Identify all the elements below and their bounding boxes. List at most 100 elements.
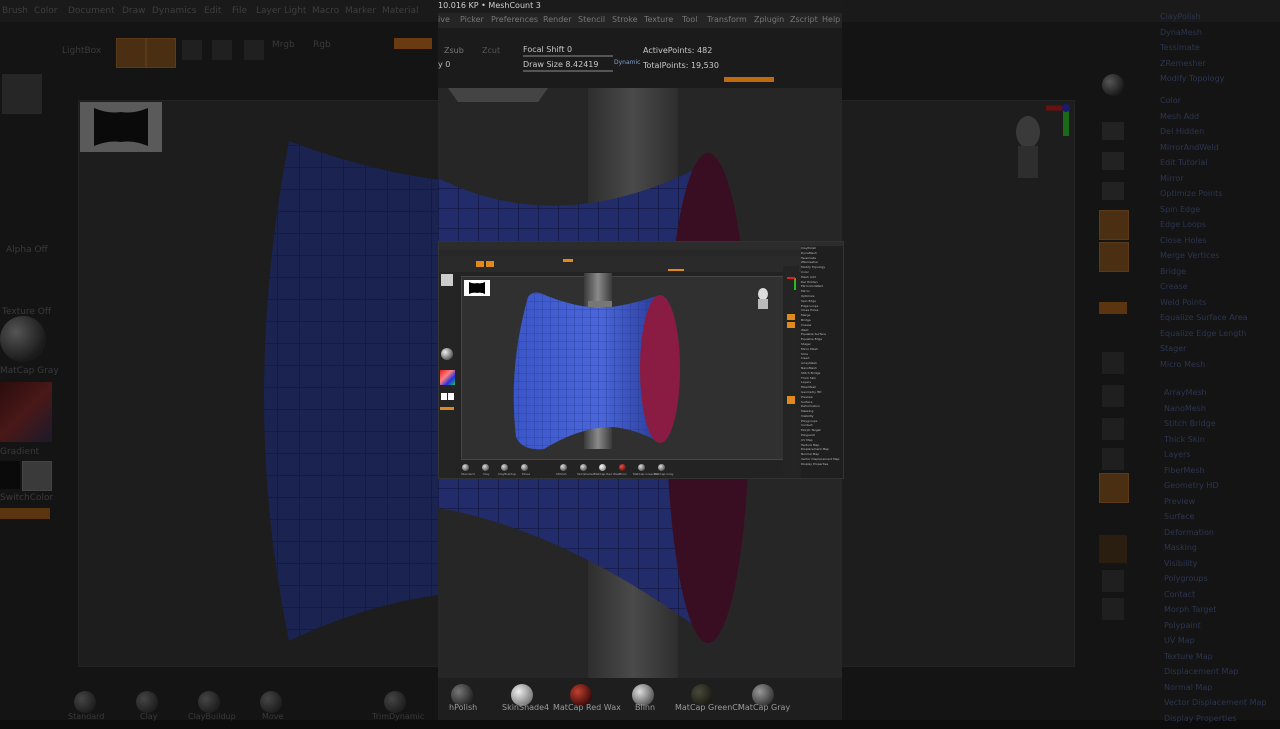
menu-light[interactable]: Light [284, 6, 306, 16]
draw-size-track[interactable] [523, 70, 613, 72]
inset-blinn-icon[interactable] [619, 464, 626, 471]
zcut-toggle[interactable]: Zcut [482, 46, 500, 55]
inset-canvas[interactable] [461, 273, 799, 460]
menu-zscript[interactable]: Zscript [790, 15, 818, 24]
menu-help[interactable]: Help [822, 15, 840, 24]
rgb-toggle[interactable]: Rgb [313, 40, 331, 50]
menu-tool[interactable]: Tool [682, 15, 698, 24]
menu-file[interactable]: File [232, 6, 247, 16]
inset-move-icon[interactable] [521, 464, 528, 471]
draw-button[interactable] [146, 38, 176, 68]
scale-button[interactable] [212, 40, 232, 60]
menu-dynamics[interactable]: Dynamics [152, 6, 196, 16]
transp-button[interactable] [1102, 570, 1124, 592]
menu-material[interactable]: Material [382, 6, 419, 16]
menu-preferences[interactable]: Preferences [491, 15, 538, 24]
matcap-greencl-material-label: MatCap GreenCl [675, 703, 741, 712]
trimdynamic-brush-icon[interactable] [384, 691, 406, 713]
zsub-toggle[interactable]: Zsub [444, 46, 464, 55]
inset-material-icon[interactable] [441, 348, 453, 360]
inset-head-thumbnail-icon[interactable] [754, 287, 772, 311]
polyframe-button[interactable] [1099, 473, 1129, 503]
menu-brush[interactable]: Brush [2, 6, 28, 16]
menu-transform[interactable]: Transform [707, 15, 747, 24]
focal-shift-slider[interactable]: Focal Shift 0 [523, 45, 572, 54]
dynamic-toggle[interactable]: Dynamic [614, 59, 640, 66]
inset-secondary-swatch[interactable] [448, 393, 454, 400]
move-button[interactable] [182, 40, 202, 60]
menu-marker[interactable]: Marker [345, 6, 376, 16]
inset-panel-item[interactable]: Display Properties [801, 462, 843, 467]
inset-floor-button[interactable] [787, 314, 795, 320]
material-sphere-icon[interactable] [0, 316, 46, 362]
claybuildup-brush-icon[interactable] [198, 691, 220, 713]
inset-blinn-label: Blinn [619, 472, 627, 476]
frame-button[interactable] [1102, 352, 1124, 374]
inset-axis-gizmo-icon[interactable] [785, 276, 799, 294]
menu-edit[interactable]: Edit [204, 6, 221, 16]
xpose-button[interactable] [1102, 598, 1124, 620]
move-brush-icon[interactable] [260, 691, 282, 713]
menu-document[interactable]: Document [68, 6, 115, 16]
move-view-button[interactable] [1102, 385, 1124, 407]
menu-macro[interactable]: Macro [312, 6, 339, 16]
inset-matcap-red-wax-icon[interactable] [599, 464, 606, 471]
menu-stencil[interactable]: Stencil [578, 15, 605, 24]
rotate-button[interactable] [244, 40, 264, 60]
inset-claybuildup-icon[interactable] [501, 464, 508, 471]
menu-zplugin[interactable]: Zplugin [754, 15, 784, 24]
inset-standard-icon[interactable] [462, 464, 469, 471]
inset-polyframe-button[interactable] [787, 396, 795, 404]
bpr-render-icon[interactable] [1102, 74, 1124, 96]
floor-button[interactable] [1099, 210, 1129, 240]
inset-matcap-red-wax-label: MatCap Red Wax [594, 472, 620, 476]
color-picker[interactable] [0, 382, 52, 442]
primary-color-swatch[interactable] [0, 461, 20, 489]
menu-layer[interactable]: Layer [256, 6, 281, 16]
draw-size-slider[interactable]: Draw Size 8.42419 [523, 60, 598, 69]
rotate-view-button[interactable] [1102, 448, 1124, 470]
inset-hourglass-mesh-icon [513, 292, 680, 450]
inset-matcap-greencl-icon[interactable] [638, 464, 645, 471]
solo-button[interactable] [1099, 535, 1127, 563]
inset-primary-swatch[interactable] [441, 393, 447, 400]
inset-skinshade4-icon[interactable] [580, 464, 587, 471]
inset-hpolish-icon[interactable] [560, 464, 567, 471]
axis-gizmo-icon[interactable] [1040, 100, 1076, 140]
tool-thumbnail-cube[interactable] [2, 74, 42, 114]
menu-stroke[interactable]: Stroke [612, 15, 638, 24]
qgrid-button[interactable] [1099, 302, 1127, 314]
switch-color-label[interactable]: SwitchColor [0, 493, 53, 503]
alternate-button[interactable] [0, 508, 50, 519]
inset-zadd-button[interactable] [563, 259, 573, 262]
menu-render[interactable]: Render [543, 15, 571, 24]
aahalf-button[interactable] [1102, 152, 1124, 170]
header-stats: 10.016 KP • MeshCount 3 [438, 1, 541, 10]
persp-button[interactable] [1102, 182, 1124, 200]
inset-color-picker[interactable] [440, 370, 455, 385]
alpha-off-label[interactable]: Alpha Off [6, 245, 48, 255]
inset-tool-cube-icon[interactable] [441, 274, 453, 286]
inset-edit-button[interactable] [476, 261, 484, 267]
menu-color[interactable]: Color [34, 6, 58, 16]
inset-switch-color-button[interactable] [440, 407, 454, 410]
inset-draw-button[interactable] [486, 261, 494, 267]
menu-draw[interactable]: Draw [122, 6, 146, 16]
lightbox-button[interactable]: LightBox [62, 46, 101, 56]
focal-shift-track[interactable] [523, 55, 613, 57]
inset-matcap-gray-icon[interactable] [658, 464, 665, 471]
inset-local-button[interactable] [787, 322, 795, 328]
actual-button[interactable] [1102, 122, 1124, 140]
menu-texture[interactable]: Texture [644, 15, 673, 24]
zoom-view-button[interactable] [1102, 418, 1124, 440]
menu-ive[interactable]: ive [438, 15, 450, 24]
mrgb-toggle[interactable]: Mrgb [272, 40, 295, 50]
menu-picker[interactable]: Picker [460, 15, 484, 24]
edit-button[interactable] [116, 38, 146, 68]
inset-clay-icon[interactable] [482, 464, 489, 471]
secondary-color-swatch[interactable] [22, 461, 52, 491]
local-button[interactable] [1099, 242, 1129, 272]
zadd-toggle[interactable] [394, 38, 432, 49]
standard-brush-icon[interactable] [74, 691, 96, 713]
clay-brush-icon[interactable] [136, 691, 158, 713]
